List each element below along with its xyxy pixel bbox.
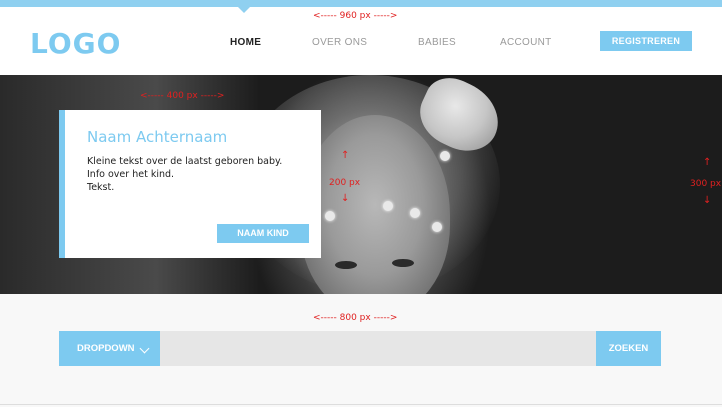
dimension-annotation-search: <----- 800 px -----> <box>313 313 398 323</box>
headband-bead <box>383 201 393 211</box>
logo[interactable]: LOGO <box>30 27 121 60</box>
card-text-line: Kleine tekst over de laatst geboren baby… <box>87 156 283 167</box>
card-text-line: Tekst. <box>87 182 115 193</box>
nav-item-account[interactable]: ACCOUNT <box>500 37 552 48</box>
search-input[interactable] <box>160 331 596 366</box>
register-button[interactable]: REGISTREREN <box>600 31 692 51</box>
headband-bead <box>410 208 420 218</box>
headband-bead <box>440 151 450 161</box>
dimension-annotation-card-height: 200 px <box>329 178 361 188</box>
search-button[interactable]: ZOEKEN <box>596 331 661 366</box>
dimension-annotation-card-width: <----- 400 px -----> <box>140 91 225 101</box>
arrow-down-annotation: ↓ <box>703 195 712 206</box>
dropdown-label: DROPDOWN <box>77 343 135 354</box>
active-nav-indicator <box>237 6 251 13</box>
right-eye <box>392 259 414 267</box>
top-accent-bar <box>0 0 722 7</box>
child-name-button[interactable]: NAAM KIND <box>217 224 309 243</box>
nav-item-babies[interactable]: BABIES <box>418 37 456 48</box>
card-title: Naam Achternaam <box>87 128 228 146</box>
chevron-down-icon <box>139 343 150 354</box>
dimension-annotation-header: <----- 960 px -----> <box>313 11 398 21</box>
arrow-up-annotation: ↑ <box>703 157 712 168</box>
category-dropdown[interactable]: DROPDOWN <box>59 331 160 366</box>
card-text-line: Info over het kind. <box>87 169 175 180</box>
page-divider <box>0 404 722 405</box>
left-eye <box>335 261 357 269</box>
headband-bead <box>432 222 442 232</box>
arrow-up-annotation: ↑ <box>341 150 350 161</box>
dimension-annotation-hero-height: 300 px <box>690 179 722 189</box>
headband-bead <box>325 211 335 221</box>
arrow-down-annotation: ↓ <box>341 193 350 204</box>
nav-item-home[interactable]: HOME <box>230 37 261 48</box>
nav-item-over-ons[interactable]: OVER ONS <box>312 37 367 48</box>
featured-baby-card: Naam Achternaam Kleine tekst over de laa… <box>59 110 321 258</box>
